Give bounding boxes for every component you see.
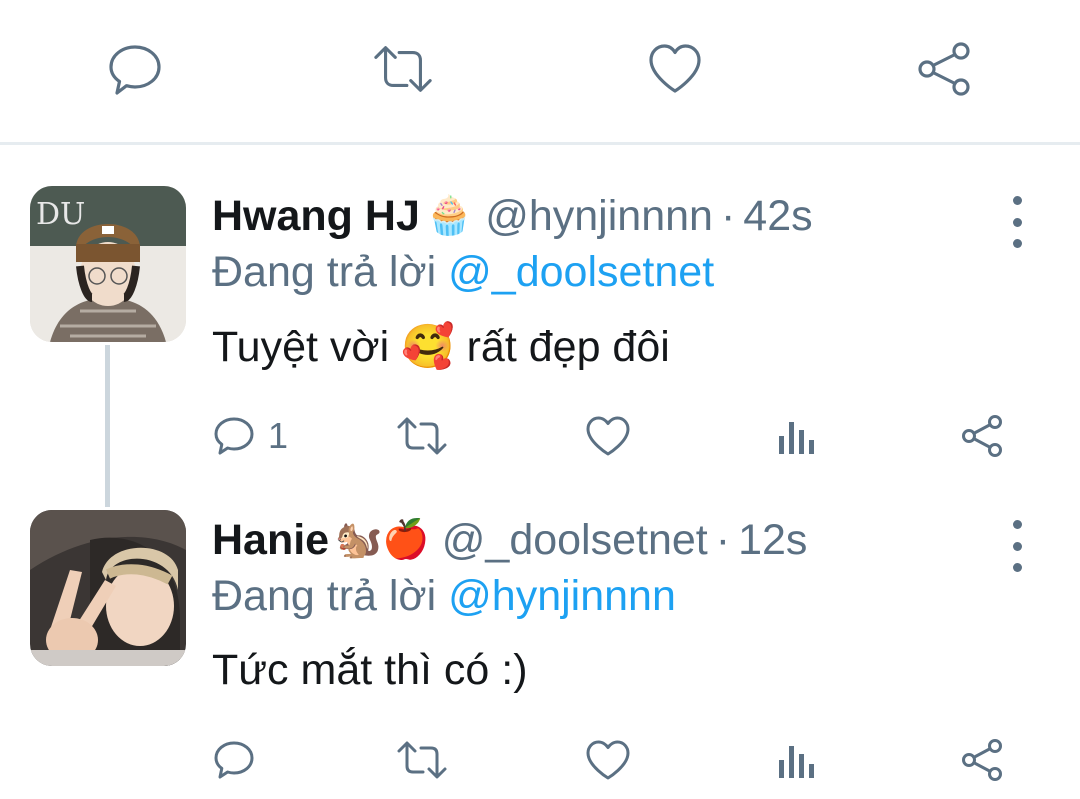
retweet-button[interactable] — [396, 734, 448, 786]
main-tweet-action-bar — [0, 0, 1080, 142]
name-emoji: 🧁 — [425, 195, 474, 237]
tweet-text: Tức mắt thì có :) — [212, 646, 528, 695]
replying-to-line: Đang trả lời @_doolsetnet — [212, 248, 714, 297]
heart-icon — [586, 740, 630, 780]
more-options-button[interactable] — [1000, 520, 1034, 572]
more-dot-icon — [1012, 563, 1022, 572]
share-button[interactable] — [960, 734, 1006, 786]
retweet-icon — [397, 417, 447, 455]
share-icon — [918, 42, 970, 96]
svg-text:DU: DU — [36, 197, 85, 232]
reply-icon — [109, 45, 161, 95]
tweet-text-part: Tức mắt thì có :) — [212, 646, 528, 694]
separator: · — [715, 515, 731, 564]
name-emoji: 🐿️🍎 — [335, 519, 430, 561]
more-dot-icon — [1012, 196, 1022, 205]
timestamp[interactable]: 42s — [743, 192, 812, 241]
analytics-icon — [779, 422, 814, 454]
replying-to-line: Đang trả lời @hynjinnnn — [212, 572, 676, 621]
replying-to-mention[interactable]: @_doolsetnet — [448, 248, 714, 296]
user-handle[interactable]: @_doolsetnet — [442, 516, 708, 565]
retweet-icon — [397, 741, 447, 779]
analytics-icon — [779, 746, 814, 778]
separator: · — [720, 191, 736, 240]
retweet-button[interactable] — [396, 410, 448, 462]
tweet-text-part: Tuyệt vời — [212, 323, 390, 371]
tweet-emoji: 🥰 — [401, 323, 455, 371]
more-options-button[interactable] — [1000, 196, 1034, 248]
heart-icon — [586, 416, 630, 456]
reply-button[interactable] — [212, 734, 268, 786]
divider — [0, 142, 1080, 145]
more-dot-icon — [1012, 239, 1022, 248]
avatar[interactable]: DU — [30, 186, 186, 342]
replying-prefix: Đang trả lời — [212, 572, 437, 620]
reply-count: 1 — [268, 415, 289, 456]
reply-button[interactable] — [104, 38, 166, 100]
analytics-button[interactable] — [776, 410, 816, 462]
avatar-photo-icon: DU — [30, 186, 186, 342]
reply-icon — [214, 741, 254, 779]
reply-icon — [214, 417, 254, 455]
display-name[interactable]: Hwang HJ — [212, 192, 420, 241]
share-icon — [962, 415, 1002, 457]
like-button[interactable] — [584, 410, 632, 462]
user-handle[interactable]: @hynjinnnn — [485, 192, 713, 241]
share-button[interactable] — [914, 38, 976, 100]
heart-icon — [649, 44, 701, 93]
replying-prefix: Đang trả lời — [212, 248, 437, 296]
reply-header: Hanie 🐿️🍎 @_doolsetnet · 12s — [212, 510, 807, 570]
replying-to-mention[interactable]: @hynjinnnn — [448, 572, 676, 620]
more-dot-icon — [1012, 217, 1022, 227]
reply-header: Hwang HJ 🧁 @hynjinnnn · 42s — [212, 186, 813, 246]
like-button[interactable] — [584, 734, 632, 786]
like-button[interactable] — [644, 38, 706, 100]
timestamp[interactable]: 12s — [738, 516, 807, 565]
thread-connector-line — [105, 345, 110, 507]
avatar-photo-icon — [30, 510, 186, 666]
share-button[interactable] — [960, 410, 1006, 462]
more-dot-icon — [1012, 541, 1022, 551]
retweet-icon — [374, 46, 432, 92]
avatar[interactable] — [30, 510, 186, 666]
tweet-text-part: rất đẹp đôi — [466, 323, 670, 371]
tweet-text: Tuyệt vời 🥰 rất đẹp đôi — [212, 322, 670, 372]
display-name[interactable]: Hanie — [212, 516, 329, 565]
analytics-button[interactable] — [776, 734, 816, 786]
reply-button[interactable]: 1 — [212, 410, 288, 462]
more-dot-icon — [1012, 520, 1022, 529]
retweet-button[interactable] — [372, 38, 434, 100]
share-icon — [962, 739, 1002, 781]
